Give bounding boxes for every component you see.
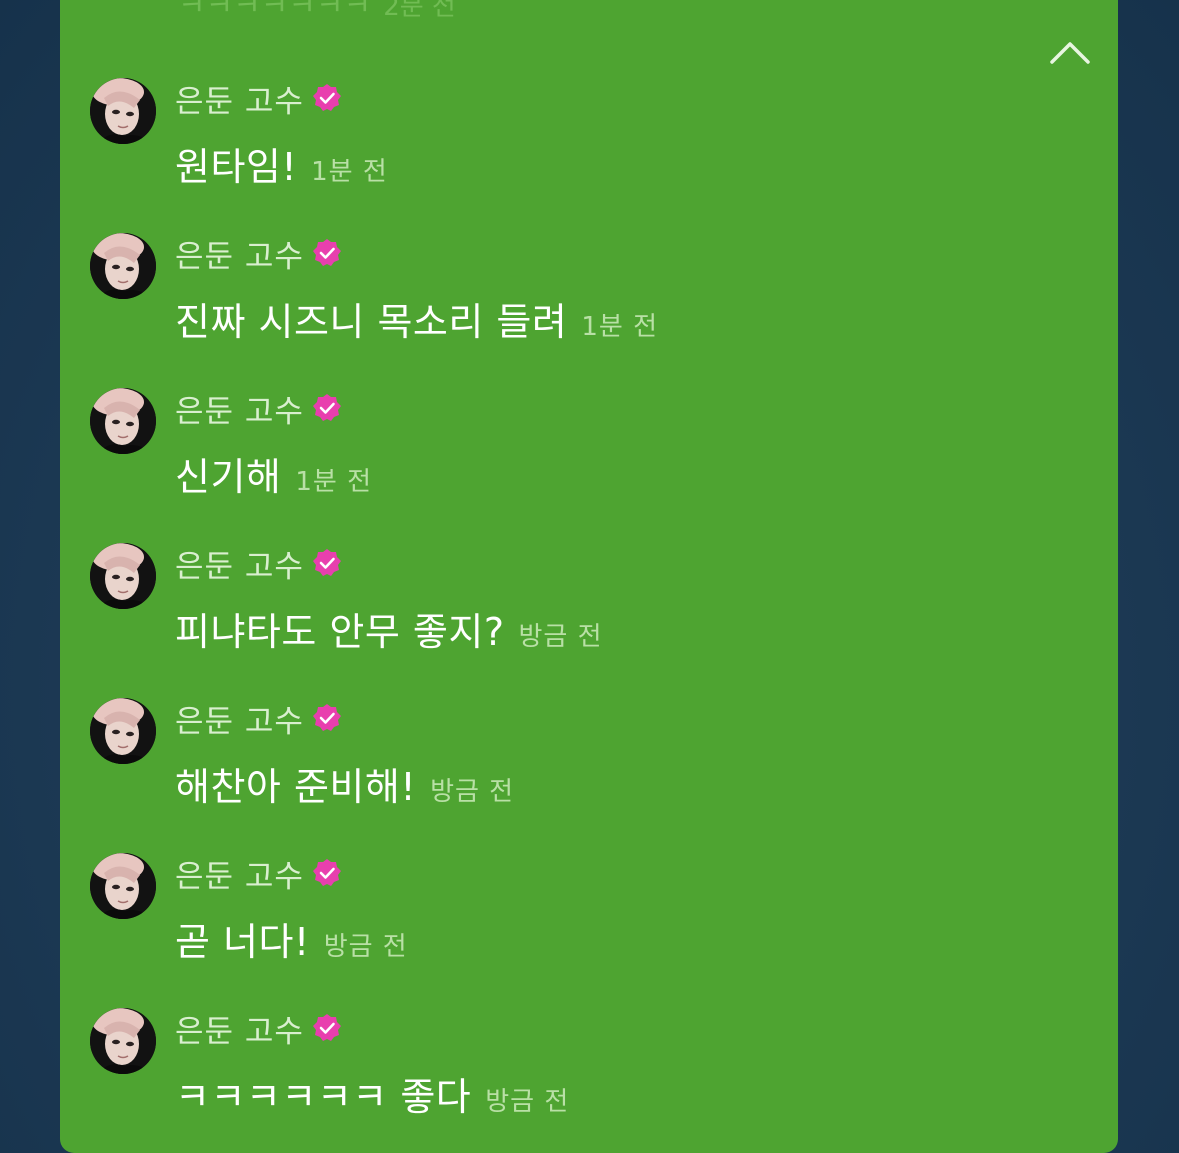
message-text: 원타임! bbox=[175, 145, 298, 189]
chat-message: 은둔 고수 해찬아 준비해! 방금 전 bbox=[90, 698, 1090, 818]
previous-message-time: 2분 전 bbox=[383, 0, 456, 22]
username-row: 은둔 고수 bbox=[175, 231, 342, 276]
chat-message: 은둔 고수 ㅋㅋㅋㅋㅋㅋ 좋다 방금 전 bbox=[90, 1008, 1090, 1128]
message-body: 신기해 1분 전 bbox=[175, 446, 372, 501]
verified-badge-icon bbox=[312, 239, 341, 266]
message-body: 진짜 시즈니 목소리 들려 1분 전 bbox=[175, 291, 658, 346]
chat-message: 은둔 고수 곧 너다! 방금 전 bbox=[90, 853, 1090, 973]
username[interactable]: 은둔 고수 bbox=[175, 1006, 304, 1051]
verified-badge-icon bbox=[312, 394, 341, 421]
username[interactable]: 은둔 고수 bbox=[175, 386, 304, 431]
user-avatar[interactable] bbox=[90, 543, 156, 609]
verified-badge-icon bbox=[312, 549, 341, 576]
username[interactable]: 은둔 고수 bbox=[175, 696, 304, 741]
message-text: 곧 너다! bbox=[175, 920, 310, 964]
username[interactable]: 은둔 고수 bbox=[175, 76, 304, 121]
chat-message: 은둔 고수 피냐타도 안무 좋지? 방금 전 bbox=[90, 543, 1090, 663]
message-body: 해찬아 준비해! 방금 전 bbox=[175, 756, 514, 811]
user-avatar[interactable] bbox=[90, 853, 156, 919]
verified-badge-icon bbox=[312, 1014, 341, 1041]
message-body: ㅋㅋㅋㅋㅋㅋ 좋다 방금 전 bbox=[175, 1066, 569, 1121]
username-row: 은둔 고수 bbox=[175, 851, 342, 896]
message-text: ㅋㅋㅋㅋㅋㅋ 좋다 bbox=[175, 1075, 472, 1119]
chat-panel: ㅋㅋㅋㅋㅋㅋㅋ 2분 전 은둔 고수 원타임! 1분 전 은둔 고수 진짜 시즈… bbox=[60, 0, 1118, 1153]
chevron-up-icon bbox=[1050, 42, 1090, 64]
message-body: 곧 너다! 방금 전 bbox=[175, 911, 408, 966]
username[interactable]: 은둔 고수 bbox=[175, 541, 304, 586]
message-text: 피냐타도 안무 좋지? bbox=[175, 610, 505, 654]
message-body: 피냐타도 안무 좋지? 방금 전 bbox=[175, 601, 603, 656]
chat-message: 은둔 고수 신기해 1분 전 bbox=[90, 388, 1090, 508]
chat-message: 은둔 고수 원타임! 1분 전 bbox=[90, 78, 1090, 198]
message-text: 해찬아 준비해! bbox=[175, 765, 417, 809]
verified-badge-icon bbox=[312, 859, 341, 886]
previous-message-text: ㅋㅋㅋㅋㅋㅋㅋ bbox=[178, 0, 372, 23]
message-text: 신기해 bbox=[175, 455, 282, 499]
username-row: 은둔 고수 bbox=[175, 1006, 342, 1051]
collapse-button[interactable] bbox=[1048, 38, 1092, 68]
previous-message-partial: ㅋㅋㅋㅋㅋㅋㅋ 2분 전 bbox=[178, 0, 456, 24]
message-body: 원타임! 1분 전 bbox=[175, 136, 388, 191]
username-row: 은둔 고수 bbox=[175, 696, 342, 741]
message-time: 방금 전 bbox=[485, 1087, 570, 1117]
user-avatar[interactable] bbox=[90, 698, 156, 764]
verified-badge-icon bbox=[312, 704, 341, 731]
message-text: 진짜 시즈니 목소리 들려 bbox=[175, 300, 568, 344]
message-time: 방금 전 bbox=[323, 932, 408, 962]
username-row: 은둔 고수 bbox=[175, 541, 342, 586]
verified-badge-icon bbox=[312, 84, 341, 111]
message-time: 방금 전 bbox=[430, 777, 515, 807]
message-time: 1분 전 bbox=[311, 157, 388, 187]
username-row: 은둔 고수 bbox=[175, 76, 342, 121]
user-avatar[interactable] bbox=[90, 388, 156, 454]
username[interactable]: 은둔 고수 bbox=[175, 231, 304, 276]
username-row: 은둔 고수 bbox=[175, 386, 342, 431]
username[interactable]: 은둔 고수 bbox=[175, 851, 304, 896]
user-avatar[interactable] bbox=[90, 1008, 156, 1074]
message-time: 1분 전 bbox=[581, 312, 658, 342]
chat-message: 은둔 고수 진짜 시즈니 목소리 들려 1분 전 bbox=[90, 233, 1090, 353]
message-time: 1분 전 bbox=[295, 467, 373, 497]
user-avatar[interactable] bbox=[90, 233, 156, 299]
message-time: 방금 전 bbox=[518, 622, 603, 652]
user-avatar[interactable] bbox=[90, 78, 156, 144]
